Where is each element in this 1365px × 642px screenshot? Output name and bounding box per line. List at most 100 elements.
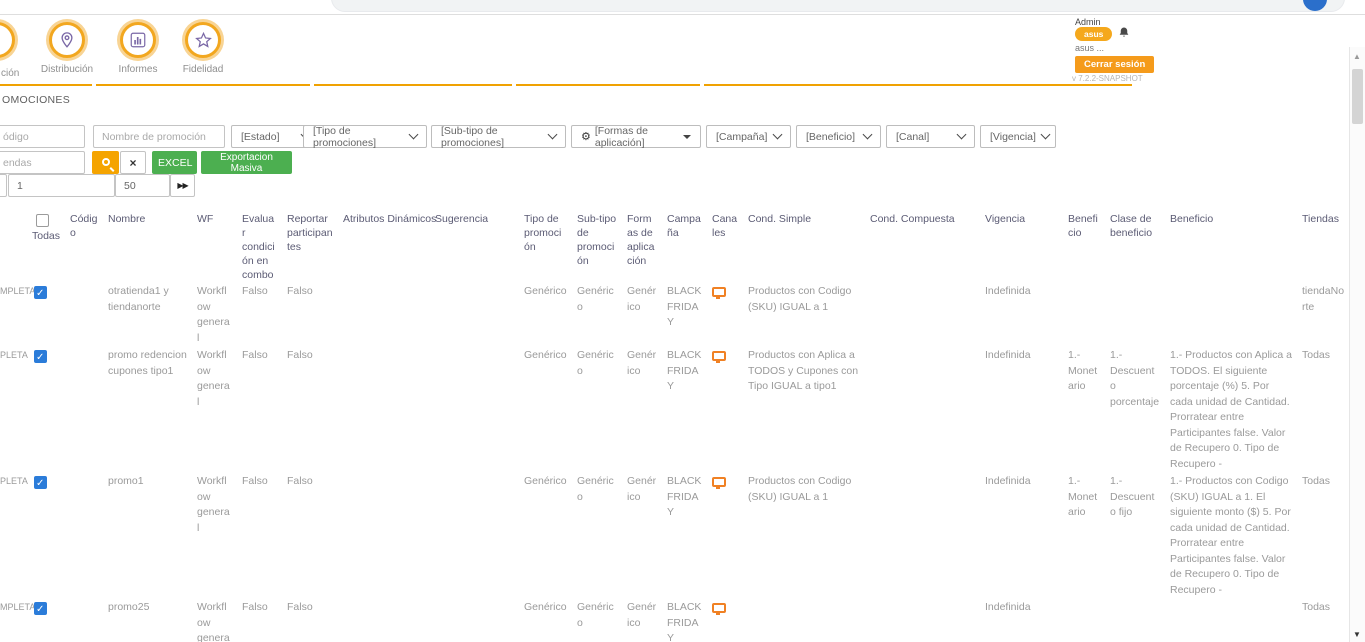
cell-evaluar: Falso <box>242 346 287 472</box>
cell-sugerencia <box>435 346 524 472</box>
cell-cond-simple: Productos con Aplica a TODOS y Cupones c… <box>748 346 870 472</box>
beneficio-select-value: [Beneficio] <box>806 131 855 143</box>
codigo-input[interactable] <box>0 125 85 148</box>
chevron-down-icon <box>863 130 873 140</box>
header-tiendas: Tiendas <box>1302 210 1355 282</box>
header-cond-simple: Cond. Simple <box>748 210 870 282</box>
cell-status: PLETA <box>0 346 34 472</box>
search-icon <box>102 158 110 166</box>
row-checkbox[interactable] <box>34 286 47 299</box>
cell-nombre: promo redencion cupones tipo1 <box>108 346 197 472</box>
cell-vigencia: Indefinida <box>985 598 1068 642</box>
tipo-promociones-select[interactable]: [Tipo de promociones] <box>303 125 427 148</box>
select-all-label: Todas <box>32 229 70 243</box>
export-masiva-button[interactable]: Exportacion Masiva <box>201 151 292 174</box>
header-cond-compuesta: Cond. Compuesta <box>870 210 985 282</box>
cell-beneficio-detalle <box>1170 282 1302 346</box>
promotions-admin-screen: ción Distribución Informes <box>0 0 1365 642</box>
canales-monitor-icon <box>712 287 726 297</box>
nav-item-partial[interactable] <box>0 22 32 58</box>
cell-sugerencia <box>435 282 524 346</box>
cell-tipo: Genérico <box>524 472 577 598</box>
chevron-down-icon <box>957 130 967 140</box>
nav-item-informes[interactable]: Informes <box>103 22 173 75</box>
cell-cond-compuesta <box>870 472 985 598</box>
cell-subtipo: Genérico <box>577 598 627 642</box>
page-number-input[interactable] <box>8 174 115 197</box>
cell-formas: Genérico <box>627 346 667 472</box>
row-checkbox[interactable] <box>34 350 47 363</box>
header-formas: Formas de aplicación <box>627 210 667 282</box>
nav-item-fidelidad[interactable]: Fidelidad <box>168 22 238 75</box>
header-campana: Campaña <box>667 210 712 282</box>
cell-tiendas: Todas <box>1302 598 1355 642</box>
nav-label-informes: Informes <box>103 64 173 75</box>
nav-underline-gap <box>700 84 704 86</box>
prev-page-button[interactable] <box>0 174 7 197</box>
logout-button[interactable]: Cerrar sesión <box>1075 56 1154 73</box>
canal-select[interactable]: [Canal] <box>886 125 975 148</box>
header-status <box>0 210 34 282</box>
cell-beneficio <box>1068 598 1110 642</box>
cell-beneficio-detalle: 1.- Productos con Aplica a TODOS. El sig… <box>1170 346 1302 472</box>
user-role-label: Admin <box>1075 17 1101 27</box>
page-size-input[interactable] <box>115 174 170 197</box>
tiendas-input[interactable] <box>0 151 85 174</box>
cell-wf: Workflow general <box>197 346 242 472</box>
notification-bell-icon[interactable] <box>1118 26 1130 39</box>
browser-address-bar[interactable] <box>331 0 1345 12</box>
vigencia-select-value: [Vigencia] <box>990 131 1036 143</box>
header-beneficio: Beneficio <box>1068 210 1110 282</box>
excel-button[interactable]: EXCEL <box>152 151 197 174</box>
nombre-promocion-input[interactable] <box>93 125 225 148</box>
cell-vigencia: Indefinida <box>985 472 1068 598</box>
nav-label-fidelidad: Fidelidad <box>168 64 238 75</box>
star-icon <box>194 31 213 50</box>
scrollbar-thumb[interactable] <box>1352 69 1363 124</box>
search-button[interactable] <box>92 151 119 174</box>
promotions-table: Todas Código Nombre WF Evaluar condición… <box>0 210 1355 642</box>
cell-evaluar: Falso <box>242 472 287 598</box>
campana-select[interactable]: [Campaña] <box>706 125 791 148</box>
cell-beneficio-detalle: 1.- Productos con Codigo (SKU) IGUAL a 1… <box>1170 472 1302 598</box>
chevron-down-icon <box>548 130 558 140</box>
table-row: MPLETA otratienda1 y tiendanorte Workflo… <box>0 282 1355 346</box>
chevron-down-icon <box>409 130 419 140</box>
scroll-down-icon[interactable]: ▼ <box>1353 630 1361 639</box>
cell-subtipo: Genérico <box>577 346 627 472</box>
chevron-down-icon <box>1040 130 1050 140</box>
header-nombre: Nombre <box>108 210 197 282</box>
cell-status: PLETA <box>0 472 34 598</box>
row-checkbox[interactable] <box>34 476 47 489</box>
vigencia-select[interactable]: [Vigencia] <box>980 125 1056 148</box>
vertical-scrollbar[interactable]: ▲ ▼ <box>1349 47 1365 642</box>
canal-select-value: [Canal] <box>896 131 929 143</box>
next-page-button[interactable]: ▶▶ <box>170 174 195 197</box>
cell-tipo: Genérico <box>524 598 577 642</box>
nav-underline-gap <box>512 84 516 86</box>
beneficio-select[interactable]: [Beneficio] <box>796 125 881 148</box>
header-tipo: Tipo de promoción <box>524 210 577 282</box>
cell-cond-simple: Productos con Codigo (SKU) IGUAL a 1 <box>748 282 870 346</box>
cell-cond-simple: Productos con Codigo (SKU) IGUAL a 1 <box>748 472 870 598</box>
nav-label-partial: ción <box>1 68 19 79</box>
cell-clase <box>1110 282 1170 346</box>
nav-underline-gap <box>310 84 314 86</box>
estado-select-value: [Estado] <box>241 131 280 143</box>
header-reportar: Reportar participantes <box>287 210 343 282</box>
cell-beneficio: 1.- Monetario <box>1068 472 1110 598</box>
next-page-icon: ▶▶ <box>177 181 187 190</box>
clear-search-button[interactable]: × <box>120 151 146 174</box>
cell-beneficio <box>1068 282 1110 346</box>
nav-label-distribucion: Distribución <box>32 64 102 75</box>
scroll-up-icon[interactable]: ▲ <box>1353 52 1361 61</box>
cell-codigo <box>70 346 108 472</box>
formas-aplicacion-dropdown[interactable]: ⚙ [Formas de aplicación] <box>571 125 701 148</box>
nav-item-distribucion[interactable]: Distribución <box>32 22 102 75</box>
select-all-checkbox[interactable] <box>36 214 49 227</box>
cell-campana: BLACK FRIDAY <box>667 598 712 642</box>
header-atributos: Atributos Dinámicos <box>343 210 435 282</box>
cell-campana: BLACK FRIDAY <box>667 346 712 472</box>
subtipo-promociones-select[interactable]: [Sub-tipo de promociones] <box>431 125 566 148</box>
row-checkbox[interactable] <box>34 602 47 615</box>
